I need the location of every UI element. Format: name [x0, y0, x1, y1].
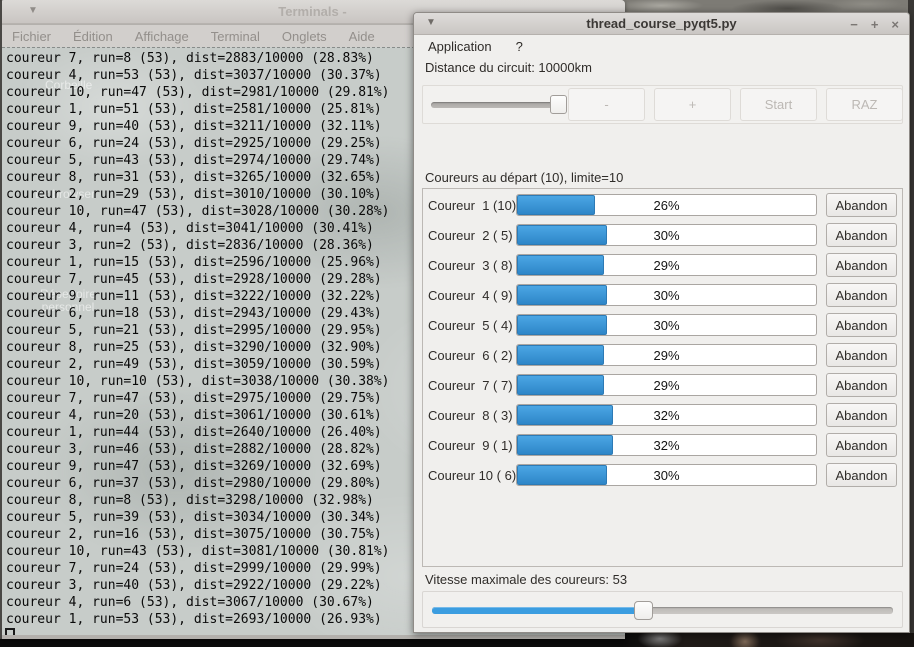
terminal-title: Terminals - — [278, 4, 346, 19]
coureur-row: Coureur 5 ( 4) 30% Abandon — [423, 313, 902, 337]
progress-value: 26% — [517, 195, 816, 215]
terminal-cursor — [5, 628, 15, 635]
coureur-progressbar: 26% — [516, 194, 817, 216]
abandon-button[interactable]: Abandon — [826, 283, 897, 307]
progress-value: 30% — [517, 315, 816, 335]
abandon-button[interactable]: Abandon — [826, 403, 897, 427]
menu-application[interactable]: Application — [418, 36, 502, 57]
progress-value: 30% — [517, 465, 816, 485]
coureur-row: Coureur 4 ( 9) 30% Abandon — [423, 283, 902, 307]
abandon-button[interactable]: Abandon — [826, 193, 897, 217]
app-menubar: Application ? — [414, 35, 909, 58]
coureur-label: Coureur 4 ( 9) — [428, 288, 516, 303]
abandon-button[interactable]: Abandon — [826, 313, 897, 337]
coureur-progressbar: 32% — [516, 404, 817, 426]
circuit-slider-handle[interactable] — [550, 95, 567, 114]
coureur-progressbar: 30% — [516, 284, 817, 306]
progress-value: 29% — [517, 345, 816, 365]
coureur-progressbar: 29% — [516, 254, 817, 276]
abandon-button[interactable]: Abandon — [826, 373, 897, 397]
coureur-row: Coureur 8 ( 3) 32% Abandon — [423, 403, 902, 427]
coureur-label: Coureur 3 ( 8) — [428, 258, 516, 273]
menu-affichage[interactable]: Affichage — [135, 29, 189, 44]
coureur-row: Coureur 2 ( 5) 30% Abandon — [423, 223, 902, 247]
menu-edition[interactable]: Édition — [73, 29, 113, 44]
progress-value: 29% — [517, 375, 816, 395]
menu-aide[interactable]: Aide — [349, 29, 375, 44]
abandon-button[interactable]: Abandon — [826, 433, 897, 457]
close-button[interactable]: × — [891, 17, 899, 32]
app-titlebar[interactable]: ▼ thread_course_pyqt5.py − + × — [414, 13, 909, 35]
coureur-row: Coureur 7 ( 7) 29% Abandon — [423, 373, 902, 397]
start-button[interactable]: Start — [740, 88, 817, 121]
vitesse-slider[interactable] — [432, 600, 893, 620]
controls-panel: - + Start RAZ — [422, 85, 903, 124]
circuit-slider[interactable] — [431, 95, 559, 115]
app-title: thread_course_pyqt5.py — [586, 16, 736, 31]
progress-value: 30% — [517, 285, 816, 305]
progress-value: 32% — [517, 435, 816, 455]
window-menu-arrow-icon[interactable]: ▼ — [28, 5, 38, 16]
coureurs-frame: Coureur 1 (10) 26% Abandon Coureur 2 ( 5… — [422, 188, 903, 567]
coureur-row: Coureur 1 (10) 26% Abandon — [423, 193, 902, 217]
vitesse-label: Vitesse maximale des coureurs: 53 — [425, 572, 627, 587]
menu-terminal[interactable]: Terminal — [211, 29, 260, 44]
coureur-row: Coureur 9 ( 1) 32% Abandon — [423, 433, 902, 457]
progress-value: 32% — [517, 405, 816, 425]
progress-value: 29% — [517, 255, 816, 275]
coureur-progressbar: 29% — [516, 344, 817, 366]
vitesse-panel — [422, 591, 903, 628]
minus-button[interactable]: - — [568, 88, 645, 121]
abandon-button[interactable]: Abandon — [826, 223, 897, 247]
coureur-progressbar: 30% — [516, 314, 817, 336]
raz-button[interactable]: RAZ — [826, 88, 903, 121]
coureur-label: Coureur 9 ( 1) — [428, 438, 516, 453]
minimize-button[interactable]: − — [850, 17, 858, 32]
menu-fichier[interactable]: Fichier — [12, 29, 51, 44]
abandon-button[interactable]: Abandon — [826, 253, 897, 277]
abandon-button[interactable]: Abandon — [826, 463, 897, 487]
coureur-progressbar: 29% — [516, 374, 817, 396]
coureur-row: Coureur 6 ( 2) 29% Abandon — [423, 343, 902, 367]
coureur-label: Coureur 8 ( 3) — [428, 408, 516, 423]
coureur-row: Coureur 3 ( 8) 29% Abandon — [423, 253, 902, 277]
coureur-progressbar: 32% — [516, 434, 817, 456]
coureur-label: Coureur 2 ( 5) — [428, 228, 516, 243]
coureur-progressbar: 30% — [516, 464, 817, 486]
app-window: ▼ thread_course_pyqt5.py − + × Applicati… — [413, 12, 910, 633]
coureur-label: Coureur 10 ( 6) — [428, 468, 516, 483]
menu-onglets[interactable]: Onglets — [282, 29, 327, 44]
coureur-label: Coureur 7 ( 7) — [428, 378, 516, 393]
coureurs-label: Coureurs au départ (10), limite=10 — [425, 170, 623, 185]
abandon-button[interactable]: Abandon — [826, 343, 897, 367]
coureur-row: Coureur 10 ( 6) 30% Abandon — [423, 463, 902, 487]
coureur-label: Coureur 1 (10) — [428, 198, 516, 213]
coureur-label: Coureur 5 ( 4) — [428, 318, 516, 333]
window-menu-arrow-icon[interactable]: ▼ — [426, 17, 436, 28]
coureur-progressbar: 30% — [516, 224, 817, 246]
progress-value: 30% — [517, 225, 816, 245]
coureur-label: Coureur 6 ( 2) — [428, 348, 516, 363]
distance-label: Distance du circuit: 10000km — [425, 60, 592, 75]
vitesse-slider-handle[interactable] — [634, 601, 653, 620]
maximize-button[interactable]: + — [871, 17, 879, 32]
plus-button[interactable]: + — [654, 88, 731, 121]
menu-help[interactable]: ? — [506, 36, 533, 57]
